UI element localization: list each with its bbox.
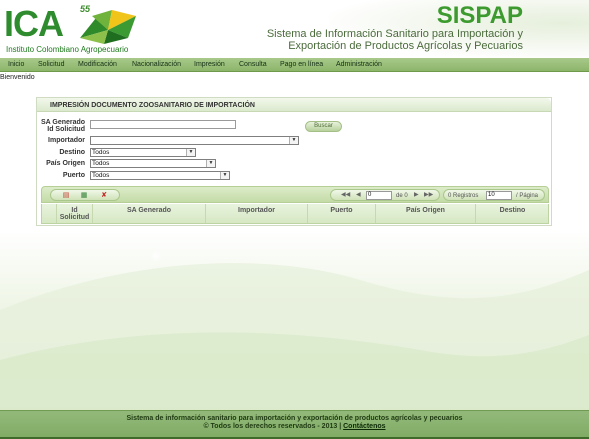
chevron-down-icon: ▼: [220, 172, 229, 179]
column-puerto[interactable]: Puerto: [307, 204, 375, 223]
destino-value: Todos: [92, 149, 110, 156]
search-panel: IMPRESIÓN DOCUMENTO ZOOSANITARIO DE IMPO…: [36, 97, 552, 226]
logo-leaf-icon: [80, 10, 136, 44]
puerto-label: Puerto: [62, 172, 85, 179]
sa-label-line2: Id Solicitud: [47, 126, 85, 133]
pdf-icon[interactable]: ▤: [61, 191, 71, 200]
page-number-input[interactable]: 0: [366, 191, 392, 200]
menu-item-impresion[interactable]: Impresión: [194, 61, 225, 68]
ica-logo[interactable]: ICA 55 Instituto Colombiano Agropecuario: [4, 4, 154, 56]
pais-origen-value: Todos: [92, 160, 110, 167]
sa-generado-label: SA Generado Id Solicitud: [41, 119, 85, 133]
grid-toolbar: ▤ ▦ ✘ ◀◀ ◀ 0 de 0 ▶ ▶▶ 0 Registros 10 / …: [41, 186, 549, 203]
app-title-line2: Exportación de Productos Agrícolas y Pec…: [288, 40, 523, 52]
sa-label-line1: SA Generado: [41, 119, 86, 126]
next-page-icon[interactable]: ▶: [414, 191, 419, 200]
menu-item-administracion[interactable]: Administración: [336, 61, 382, 68]
header: ICA 55 Instituto Colombiano Agropecuario…: [0, 0, 589, 58]
pais-origen-label: País Origen: [46, 160, 85, 167]
panel-title: IMPRESIÓN DOCUMENTO ZOOSANITARIO DE IMPO…: [50, 102, 255, 109]
buscar-button[interactable]: Buscar: [305, 121, 342, 132]
column-importador[interactable]: Importador: [205, 204, 307, 223]
page-size-input[interactable]: 10: [486, 191, 512, 200]
menu-item-solicitud[interactable]: Solicitud: [38, 61, 64, 68]
app-title-line1: Sistema de Información Sanitario para Im…: [266, 28, 523, 40]
export-tools: ▤ ▦ ✘: [50, 189, 120, 201]
results-table-header: Id Solicitud SA Generado Importador Puer…: [41, 204, 549, 224]
importador-select[interactable]: ▼: [90, 136, 299, 145]
sa-generado-input[interactable]: [90, 120, 236, 129]
importador-label: Importador: [48, 137, 85, 144]
menu-item-pago-en-linea[interactable]: Pago en línea: [280, 61, 323, 68]
app-name: SISPAP: [436, 2, 523, 29]
footer-copyright: © Todos los derechos reservados - 2013 |: [203, 423, 342, 430]
menu-item-inicio[interactable]: Inicio: [8, 61, 24, 68]
footer-line2: © Todos los derechos reservados - 2013 |…: [0, 423, 589, 430]
column-sa-generado[interactable]: SA Generado: [92, 204, 205, 223]
welcome-text: Bienvenido: [0, 74, 35, 81]
per-page-text: / Página: [516, 193, 539, 199]
destino-label: Destino: [59, 149, 85, 156]
prev-page-icon[interactable]: ◀: [356, 191, 361, 200]
last-page-icon[interactable]: ▶▶: [424, 191, 433, 200]
page-count-text: de 0: [396, 193, 408, 199]
excel-icon[interactable]: ▦: [79, 191, 89, 200]
logo-text: ICA: [4, 3, 64, 44]
chevron-down-icon: ▼: [289, 137, 298, 144]
column-pais-origen[interactable]: País Origen: [375, 204, 475, 223]
main-menu: Inicio Solicitud Modificación Nacionaliz…: [0, 58, 589, 72]
records-count-text: 0 Registros: [448, 193, 479, 199]
first-page-icon[interactable]: ◀◀: [341, 191, 350, 200]
panel-header: IMPRESIÓN DOCUMENTO ZOOSANITARIO DE IMPO…: [37, 98, 551, 112]
column-destino[interactable]: Destino: [475, 204, 549, 223]
puerto-select[interactable]: Todos ▼: [90, 171, 230, 180]
records-group: 0 Registros 10 / Página: [443, 189, 545, 201]
column-id-line2: Solicitud: [59, 214, 90, 221]
contact-link[interactable]: Contáctenos: [343, 423, 385, 430]
select-column: [42, 204, 56, 223]
menu-item-modificacion[interactable]: Modificación: [78, 61, 117, 68]
background-glow: [150, 250, 162, 262]
chevron-down-icon: ▼: [186, 149, 195, 156]
footer: Sistema de información sanitario para im…: [0, 410, 589, 439]
destino-select[interactable]: Todos ▼: [90, 148, 196, 157]
pager: ◀◀ ◀ 0 de 0 ▶ ▶▶: [330, 189, 440, 201]
column-id-solicitud[interactable]: Id Solicitud: [56, 204, 92, 223]
clear-filter-icon[interactable]: ✘: [99, 191, 109, 200]
column-id-line1: Id: [71, 207, 78, 214]
chevron-down-icon: ▼: [206, 160, 215, 167]
menu-item-nacionalizacion[interactable]: Nacionalización: [132, 61, 181, 68]
puerto-value: Todos: [92, 172, 110, 179]
background-wave: [0, 263, 589, 410]
org-name: Instituto Colombiano Agropecuario: [6, 45, 129, 54]
pais-origen-select[interactable]: Todos ▼: [90, 159, 216, 168]
footer-line1: Sistema de información sanitario para im…: [126, 415, 463, 422]
menu-item-consulta[interactable]: Consulta: [239, 61, 267, 68]
